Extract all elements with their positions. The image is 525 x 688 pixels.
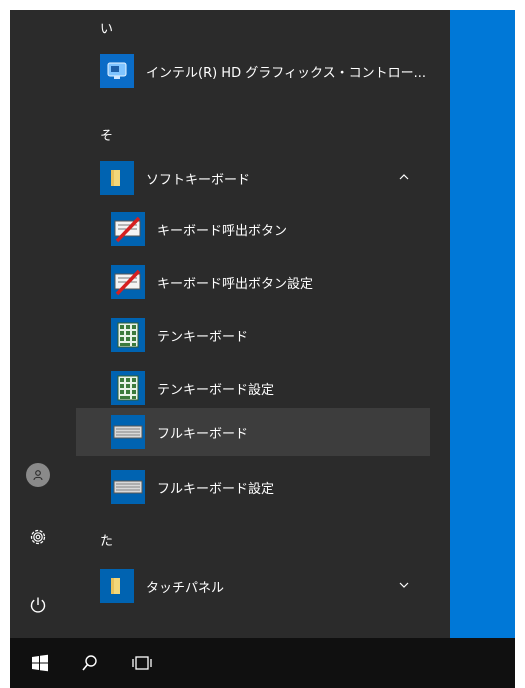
folder-icon xyxy=(100,569,134,603)
app-label: テンキーボード設定 xyxy=(157,382,275,398)
app-item-intel-graphics[interactable]: インテル(R) HD グラフィックス・コントロー... xyxy=(76,47,430,95)
chevron-up-icon xyxy=(399,174,409,180)
numpad-icon xyxy=(111,318,145,352)
app-label: フルキーボード xyxy=(157,426,249,442)
power-button[interactable] xyxy=(18,585,58,625)
app-item-full-keyboard-settings[interactable]: フルキーボード設定 xyxy=(76,463,430,511)
app-item-numpad[interactable]: テンキーボード xyxy=(76,311,430,359)
user-avatar-icon xyxy=(26,463,50,487)
folder-touch-panel[interactable]: タッチパネル xyxy=(76,562,430,610)
numpad-settings-icon xyxy=(111,371,145,405)
app-list[interactable]: い インテル(R) HD グラフィックス・コントロー... そ ソフトキーボード xyxy=(76,10,450,638)
task-view-button[interactable] xyxy=(118,638,166,688)
search-icon xyxy=(82,655,97,671)
app-item-keyboard-call-button-settings[interactable]: キーボード呼出ボタン設定 xyxy=(76,258,430,306)
app-label: キーボード呼出ボタン xyxy=(157,223,288,239)
search-button[interactable] xyxy=(66,638,114,688)
section-header-i[interactable]: い xyxy=(100,18,113,37)
app-item-full-keyboard[interactable]: フルキーボード xyxy=(76,408,430,456)
windows-start-icon xyxy=(32,654,48,672)
tiles-area[interactable] xyxy=(450,10,515,638)
keyboard-call-button-icon xyxy=(111,212,145,246)
folder-icon xyxy=(100,161,134,195)
start-button[interactable] xyxy=(16,638,64,688)
start-menu: い インテル(R) HD グラフィックス・コントロー... そ ソフトキーボード xyxy=(10,10,515,638)
folder-soft-keyboard[interactable]: ソフトキーボード xyxy=(76,154,430,202)
power-icon xyxy=(30,597,46,613)
app-item-numpad-settings[interactable]: テンキーボード設定 xyxy=(76,364,430,412)
chevron-down-icon xyxy=(399,582,409,588)
folder-label: タッチパネル xyxy=(146,580,225,596)
user-account-button[interactable] xyxy=(18,455,58,495)
full-keyboard-icon xyxy=(111,415,145,449)
start-left-rail xyxy=(10,10,66,638)
task-view-icon xyxy=(132,656,152,670)
section-header-ta[interactable]: た xyxy=(100,530,113,549)
taskbar xyxy=(10,638,515,688)
section-header-so[interactable]: そ xyxy=(100,125,113,144)
app-item-keyboard-call-button[interactable]: キーボード呼出ボタン xyxy=(76,205,430,253)
app-label: フルキーボード設定 xyxy=(157,481,275,497)
app-label: インテル(R) HD グラフィックス・コントロー... xyxy=(146,65,426,81)
full-keyboard-settings-icon xyxy=(111,470,145,504)
settings-icon xyxy=(30,529,46,545)
app-label: キーボード呼出ボタン設定 xyxy=(157,276,314,292)
keyboard-call-button-settings-icon xyxy=(111,265,145,299)
folder-label: ソフトキーボード xyxy=(146,172,251,188)
intel-graphics-icon xyxy=(100,54,134,88)
settings-button[interactable] xyxy=(18,517,58,557)
app-label: テンキーボード xyxy=(157,329,249,345)
